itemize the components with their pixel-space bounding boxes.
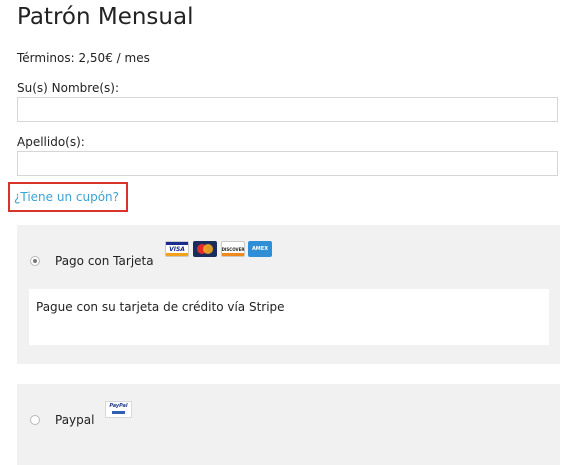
- card-payment-label[interactable]: Pago con Tarjeta: [55, 254, 154, 268]
- card-description-box: [29, 289, 549, 345]
- first-name-input[interactable]: [17, 97, 558, 122]
- mastercard-logo-icon: [193, 241, 217, 257]
- paypal-payment-radio[interactable]: [30, 415, 40, 425]
- paypal-logo-icon: PayPal: [105, 401, 132, 418]
- amex-logo-icon: AMEX: [248, 241, 272, 257]
- last-name-input[interactable]: [17, 151, 558, 176]
- coupon-link[interactable]: ¿Tiene un cupón?: [14, 190, 119, 204]
- page-title: Patrón Mensual: [17, 4, 194, 30]
- card-description-text: Pague con su tarjeta de crédito vía Stri…: [36, 300, 285, 314]
- paypal-payment-panel: [17, 384, 560, 465]
- discover-logo-icon: DISCOVER: [221, 241, 245, 257]
- paypal-payment-label[interactable]: Paypal: [55, 413, 94, 427]
- first-name-label: Su(s) Nombre(s):: [17, 81, 119, 95]
- terms-text: Términos: 2,50€ / mes: [17, 51, 150, 65]
- last-name-label: Apellido(s):: [17, 135, 85, 149]
- visa-logo-icon: VISA: [165, 241, 189, 257]
- card-payment-radio[interactable]: [30, 256, 40, 266]
